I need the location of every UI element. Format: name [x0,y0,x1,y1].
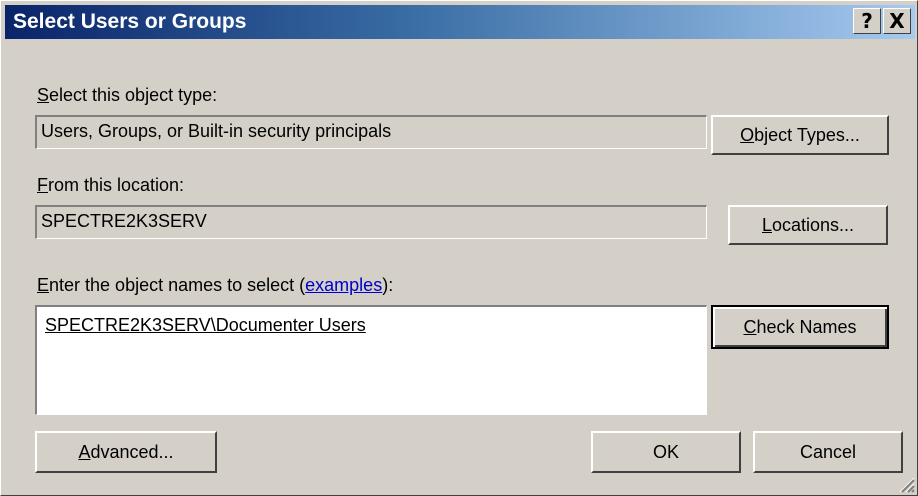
check-names-button[interactable]: Check Names [711,305,889,349]
resize-grip-icon[interactable] [897,475,915,493]
object-type-label: Select this object type: [37,85,218,105]
title-bar[interactable]: Select Users or Groups ? X [5,5,915,39]
cancel-button[interactable]: Cancel [753,431,903,473]
help-button[interactable]: ? [853,8,881,34]
ok-button[interactable]: OK [591,431,741,473]
object-types-button[interactable]: Object Types... [711,115,889,155]
close-button[interactable]: X [883,8,911,34]
object-names-input[interactable]: SPECTRE2K3SERV\Documenter Users [35,305,707,415]
locations-button[interactable]: Locations... [728,205,888,245]
examples-link[interactable]: examples [305,275,382,295]
object-type-field: Users, Groups, or Built-in security prin… [35,115,707,149]
location-field: SPECTRE2K3SERV [35,205,707,239]
advanced-button[interactable]: Advanced... [35,431,217,473]
select-users-dialog: Select Users or Groups ? X Select this o… [0,0,918,496]
window-title: Select Users or Groups [13,10,247,33]
object-names-value: SPECTRE2K3SERV\Documenter Users [45,315,366,335]
location-label: From this location: [37,175,185,195]
names-label: Enter the object names to select (exampl… [37,275,394,295]
